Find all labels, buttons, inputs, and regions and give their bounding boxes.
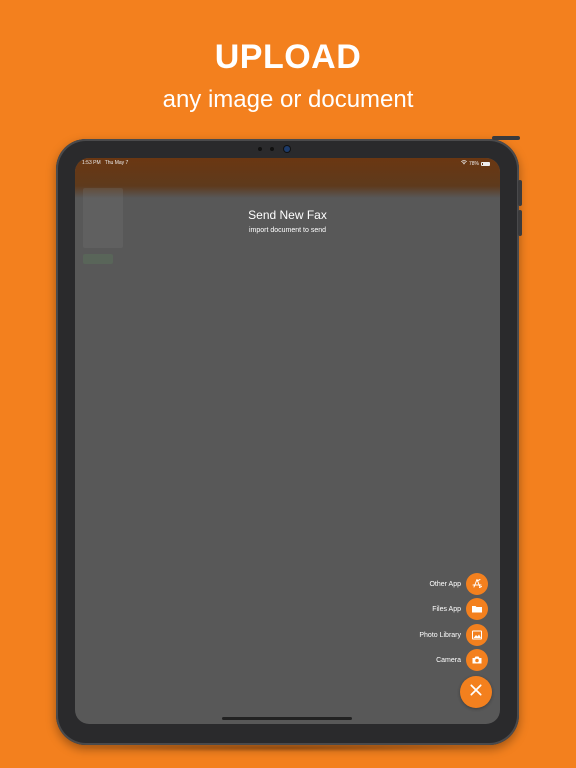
photo-icon[interactable] <box>466 624 488 646</box>
folder-icon[interactable] <box>466 598 488 620</box>
front-camera <box>284 146 290 152</box>
close-fab-button[interactable] <box>460 676 492 708</box>
battery-icon <box>481 161 490 166</box>
promo-headline: UPLOAD <box>214 38 362 76</box>
camera-icon[interactable] <box>466 649 488 671</box>
sensor-dot <box>270 147 274 151</box>
dimmed-background-content <box>83 254 113 264</box>
volume-up-button <box>518 180 522 206</box>
device-shadow <box>70 744 506 752</box>
wifi-icon <box>460 160 467 167</box>
status-bar: 1:53 PM Thu May 7 78% <box>75 158 500 168</box>
fab-item-photo-library[interactable]: Photo Library <box>419 624 488 646</box>
status-time: 1:53 PM <box>82 160 101 166</box>
fab-label: Files App <box>432 605 461 613</box>
sensor-dot <box>258 147 262 151</box>
fab-label: Photo Library <box>419 631 461 639</box>
close-icon <box>469 683 483 702</box>
fab-item-other-app[interactable]: Other App <box>429 573 488 595</box>
fab-item-camera[interactable]: Camera <box>436 649 488 671</box>
fab-label: Other App <box>429 580 461 588</box>
app-store-icon[interactable] <box>466 573 488 595</box>
promo-subheadline: any image or document <box>162 86 414 113</box>
status-date: Thu May 7 <box>104 160 129 166</box>
page-subtitle: import document to send <box>248 227 327 234</box>
status-right: 78% <box>460 160 490 167</box>
volume-down-button <box>518 210 522 236</box>
app-screen: 1:53 PM Thu May 7 78% Send New Fax impor… <box>75 158 500 724</box>
power-button <box>492 136 520 140</box>
page-title: Send New Fax <box>248 208 327 222</box>
battery-percent: 78% <box>468 160 479 167</box>
home-indicator[interactable] <box>222 717 352 720</box>
fab-label: Camera <box>436 656 461 664</box>
fab-item-files-app[interactable]: Files App <box>432 598 488 620</box>
status-time-date: 1:53 PM Thu May 7 <box>82 160 128 166</box>
